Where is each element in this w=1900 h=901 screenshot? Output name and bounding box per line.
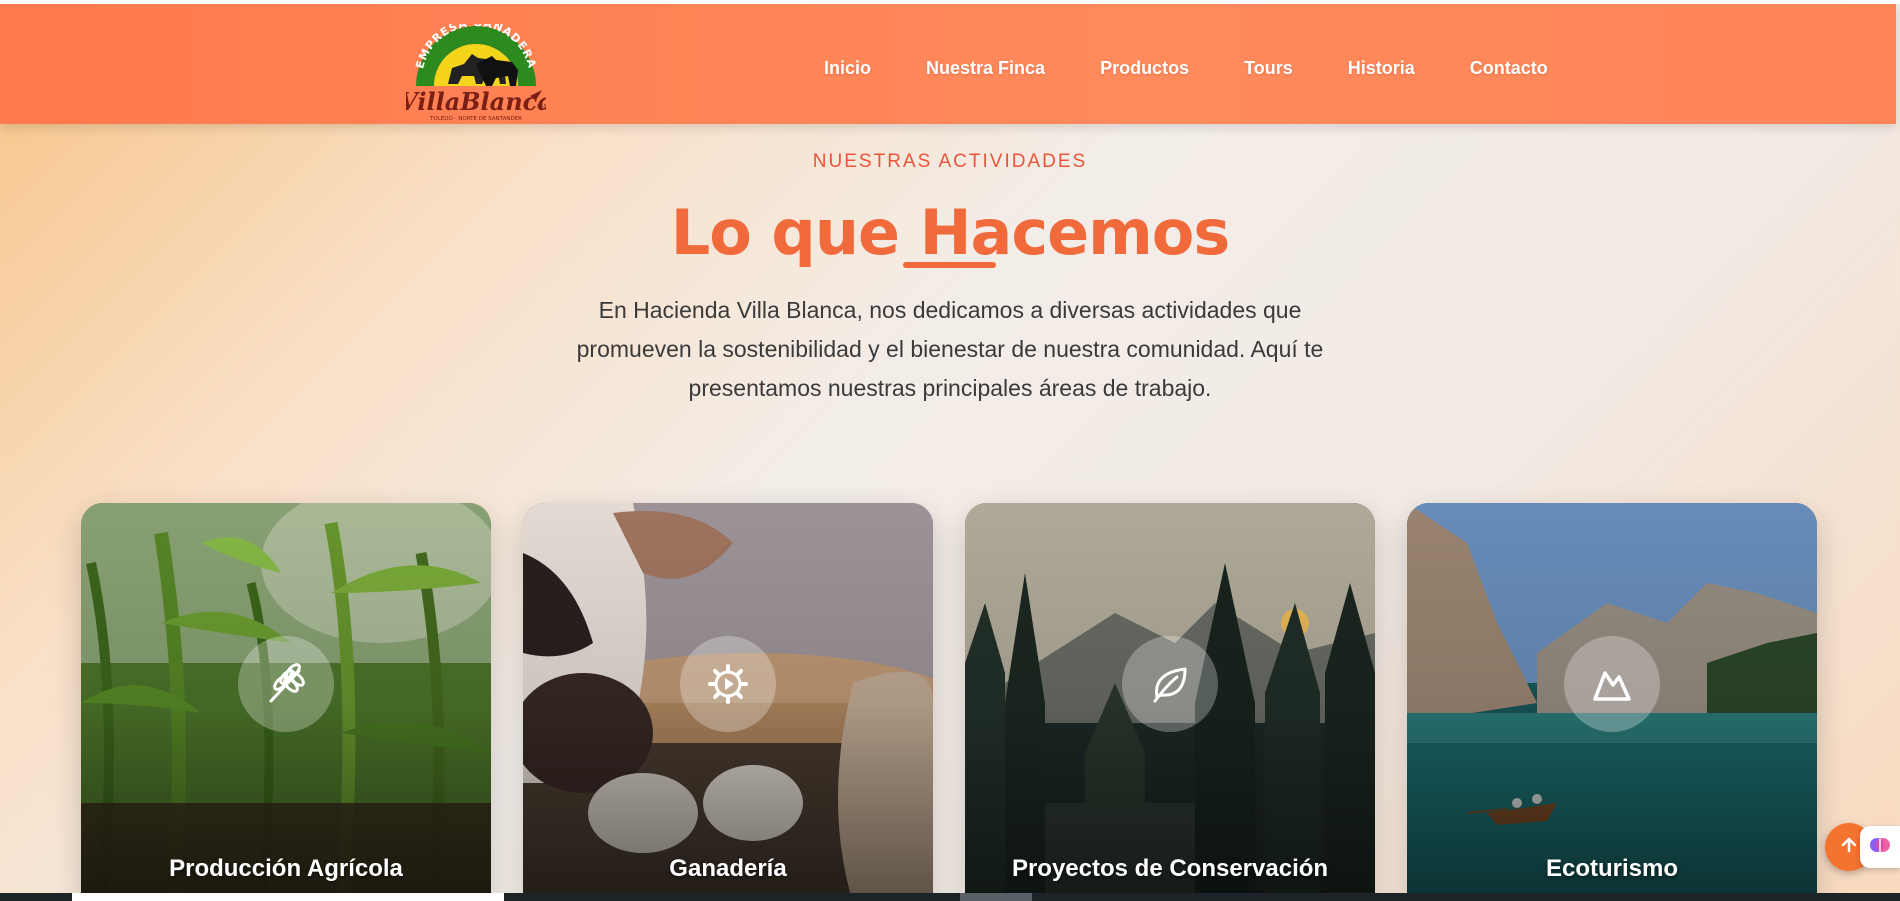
card-produccion-agricola[interactable]: Producción Agrícola bbox=[81, 503, 491, 901]
gear-icon bbox=[680, 636, 776, 732]
section-title: Lo que Hacemos bbox=[670, 196, 1230, 269]
nav-link-historia[interactable]: Historia bbox=[1348, 58, 1415, 79]
card-title: Producción Agrícola bbox=[169, 855, 403, 882]
leaf-icon bbox=[1122, 636, 1218, 732]
wheat-icon bbox=[238, 636, 334, 732]
card-proyectos-conservacion[interactable]: Proyectos de Conservación bbox=[965, 503, 1375, 901]
card-title: Ganadería bbox=[669, 855, 787, 882]
svg-text:TOLEDO - NORTE DE SANTANDER: TOLEDO - NORTE DE SANTANDER bbox=[429, 116, 522, 122]
brain-icon bbox=[1869, 834, 1891, 861]
navbar: EMPRESA GANADERA VillaBlanca SAS TOLEDO … bbox=[0, 4, 1896, 124]
section-description: En Hacienda Villa Blanca, nos dedicamos … bbox=[576, 297, 1324, 401]
card-ganaderia[interactable]: Ganadería bbox=[523, 503, 933, 901]
taskbar-indicator bbox=[960, 893, 1032, 901]
card-title: Ecoturismo bbox=[1545, 855, 1679, 882]
taskbar-preview bbox=[72, 893, 504, 901]
extension-widget[interactable] bbox=[1860, 826, 1900, 868]
mountain-icon bbox=[1564, 636, 1660, 732]
card-ecoturismo[interactable]: Ecoturismo bbox=[1407, 503, 1817, 901]
nav-link-inicio[interactable]: Inicio bbox=[824, 58, 871, 79]
title-underline bbox=[903, 262, 996, 268]
villablanca-logo[interactable]: EMPRESA GANADERA VillaBlanca SAS TOLEDO … bbox=[399, 16, 553, 124]
svg-text:SAS: SAS bbox=[537, 104, 546, 110]
nav-link-productos[interactable]: Productos bbox=[1100, 58, 1189, 79]
logo-brand-text: VillaBlanca bbox=[406, 87, 546, 116]
nav-link-nuestra-finca[interactable]: Nuestra Finca bbox=[926, 58, 1045, 79]
main-nav: Inicio Nuestra Finca Productos Tours His… bbox=[824, 58, 1603, 79]
nav-link-tours[interactable]: Tours bbox=[1244, 58, 1293, 79]
nav-link-contacto[interactable]: Contacto bbox=[1470, 58, 1548, 79]
section-eyebrow: NUESTRAS ACTIVIDADES bbox=[812, 151, 1088, 172]
card-title: Proyectos de Conservación bbox=[1011, 855, 1329, 882]
arrow-up-icon bbox=[1839, 835, 1859, 860]
